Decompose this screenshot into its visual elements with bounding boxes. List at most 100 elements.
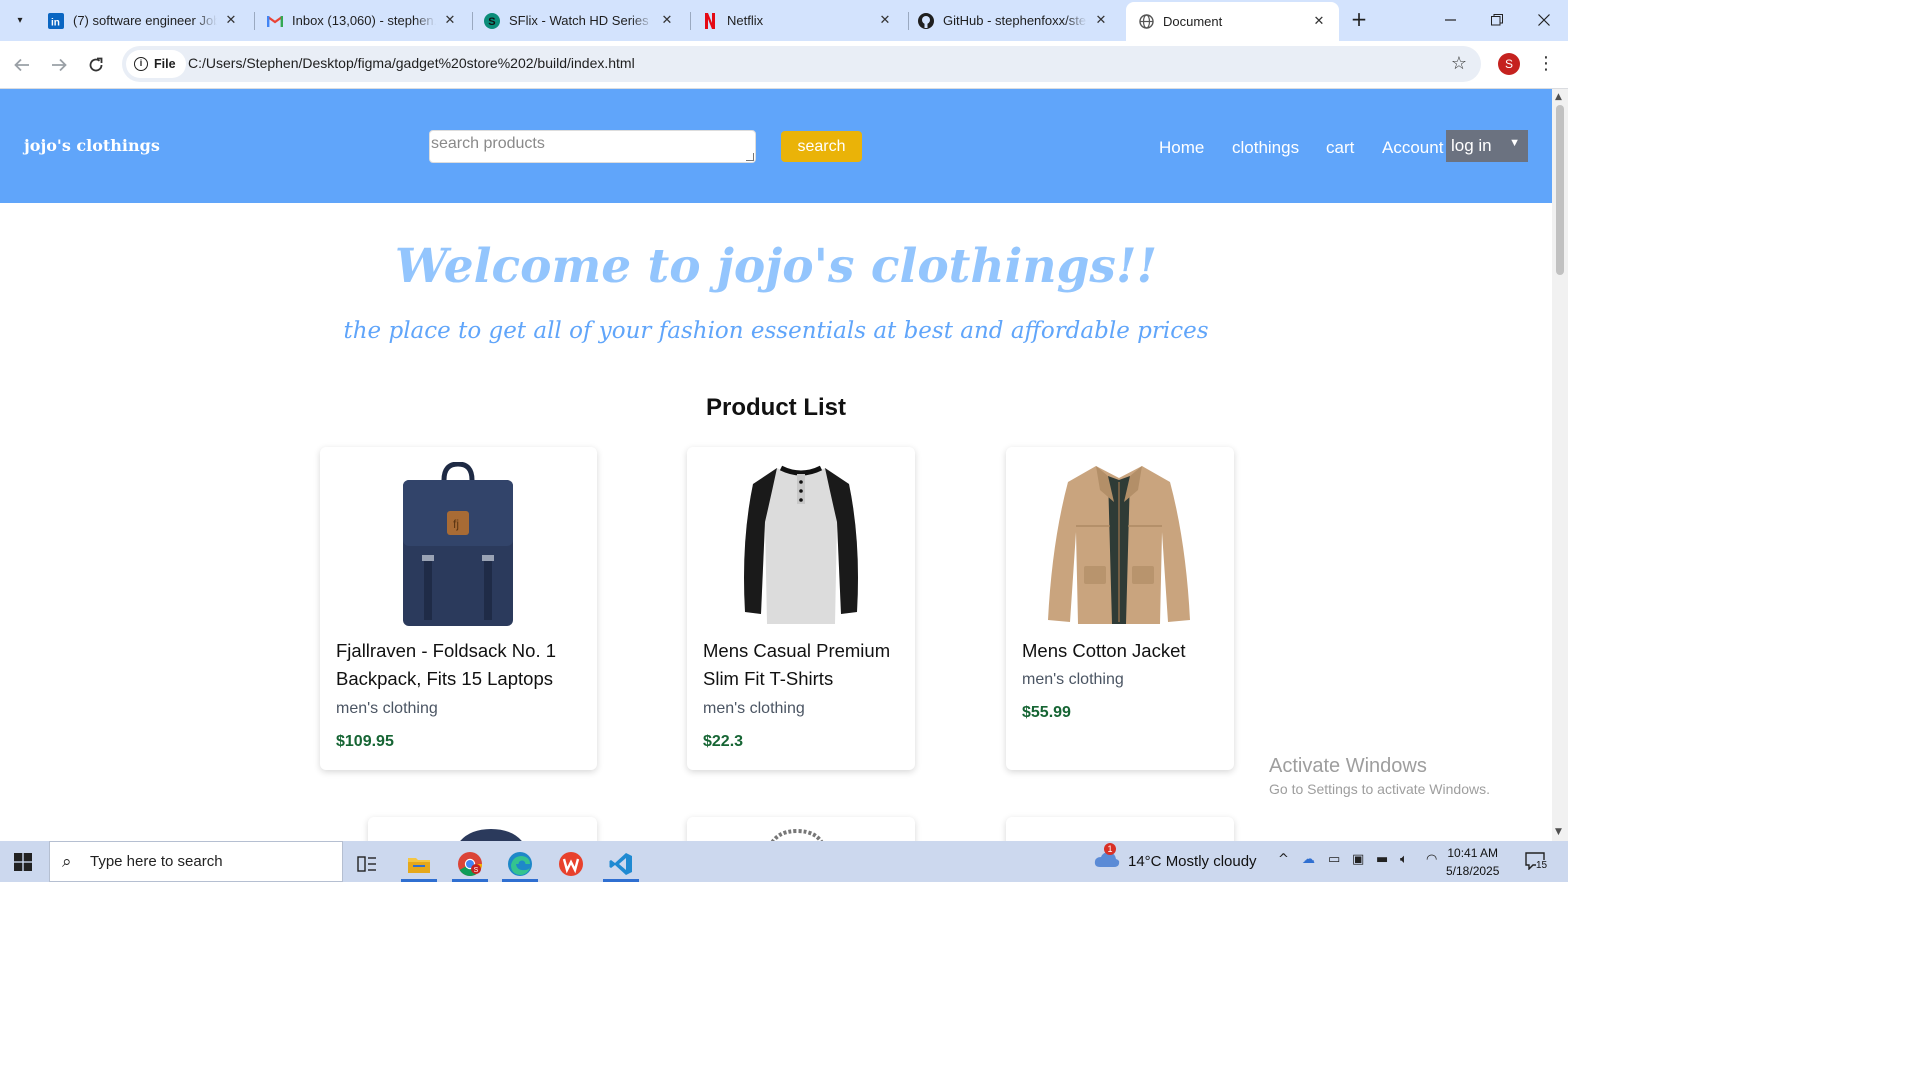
tab-title: SFlix - Watch HD Series Or [509,13,653,28]
product-category: men's clothing [703,700,805,717]
reload-icon[interactable] [82,51,110,79]
login-select[interactable]: log in ▼ [1446,130,1528,162]
weather-widget[interactable]: 1 14°C Mostly cloudy [1094,843,1257,872]
site-info-chip[interactable]: i File [126,50,186,78]
notification-count: 15 [1536,860,1548,871]
chevron-down-icon: ▼ [1509,137,1520,149]
tab-document-active[interactable]: Document ✕ [1126,2,1339,41]
restore-icon[interactable] [1474,0,1520,40]
scrollbar-thumb[interactable] [1556,105,1564,275]
product-card[interactable] [368,817,597,841]
github-icon [918,12,934,29]
close-window-icon[interactable] [1521,0,1567,40]
forward-arrow-icon[interactable] [45,51,73,79]
product-card[interactable]: Mens Cotton Jacket men's clothing $55.99 [1006,447,1234,770]
file-explorer-icon[interactable] [399,846,439,882]
onedrive-icon[interactable]: ☁ [1302,852,1315,867]
activate-windows-watermark: Activate Windows Go to Settings to activ… [1269,755,1490,797]
tab-title: Document [1163,14,1223,29]
nav-cart[interactable]: cart [1326,138,1354,158]
search-products-input[interactable]: search products [429,130,756,163]
tab-github[interactable]: GitHub - stephenfoxx/step ✕ [906,6,1121,35]
tab-close-icon[interactable]: ✕ [877,13,893,29]
netflix-icon [702,12,718,29]
welcome-heading: Welcome to jojo's clothings!! [394,239,1158,294]
bookmark-star-icon[interactable]: ☆ [1451,53,1467,74]
taskbar-search-box[interactable]: ⌕ Type here to search [49,841,343,882]
product-card[interactable] [687,817,915,841]
raglan-tshirt-image [744,465,858,624]
volume-icon[interactable]: 🔈︎ [1400,852,1408,867]
scroll-down-arrow-icon[interactable]: ▼ [1555,827,1562,837]
back-arrow-icon[interactable] [8,51,36,79]
product-card[interactable] [1006,817,1234,841]
weather-alert-badge: 1 [1104,843,1116,855]
page-viewport: jojo's clothings search products search … [0,89,1552,841]
globe-icon [1138,14,1154,30]
product-image-partial [770,828,824,841]
nav-account[interactable]: Account [1382,138,1443,158]
windows-start-icon[interactable] [14,853,32,871]
svg-text:in: in [51,17,60,28]
minimize-icon[interactable] [1428,0,1474,40]
backpack-image: fj [403,462,513,626]
tab-title: (7) software engineer Jobs [73,13,217,28]
browser-menu-icon[interactable]: ⋮ [1536,51,1556,77]
tab-linkedin[interactable]: in (7) software engineer Jobs ✕ [36,6,251,35]
clock-date: 5/18/2025 [1446,864,1500,878]
new-tab-plus-icon[interactable]: + [1347,8,1371,32]
task-view-icon[interactable] [347,846,387,882]
nav-home[interactable]: Home [1159,138,1204,158]
weather-temp: 14°C [1128,852,1162,870]
site-header: jojo's clothings search products search … [0,89,1552,203]
browser-toolbar: i File C:/Users/Stephen/Desktop/figma/ga… [0,41,1568,89]
tab-close-icon[interactable]: ✕ [1311,14,1327,30]
product-price: $109.95 [336,733,394,750]
tab-close-icon[interactable]: ✕ [1093,13,1109,29]
svg-text:S: S [474,867,479,874]
vscode-icon[interactable] [601,846,641,882]
url-text[interactable]: C:/Users/Stephen/Desktop/figma/gadget%20… [188,55,635,71]
chrome-icon[interactable]: S [450,846,490,882]
meet-now-icon[interactable]: ▭ [1328,852,1340,867]
tab-netflix[interactable]: Netflix ✕ [690,6,905,35]
cloud-icon: 1 [1094,843,1120,872]
product-card[interactable]: fj Fjallraven - Foldsack No. 1 Backpack,… [320,447,597,770]
page-scrollbar[interactable]: ▲ ▼ [1552,89,1568,841]
svg-text:S: S [488,16,495,28]
tagline: the place to get all of your fashion ess… [343,318,1209,344]
battery-icon[interactable]: ▬ [1376,852,1388,867]
tab-close-icon[interactable]: ✕ [659,13,675,29]
tab-close-icon[interactable]: ✕ [223,13,239,29]
site-brand[interactable]: jojo's clothings [24,136,160,155]
wifi-icon[interactable]: ◠ [1426,852,1437,867]
nav-clothings[interactable]: clothings [1232,138,1299,158]
browser-tab-strip: ▾ in (7) software engineer Jobs ✕ Inbox … [0,0,1568,41]
wps-office-icon[interactable] [551,846,591,882]
display-icon[interactable]: ▣ [1352,852,1364,867]
site-chip-label: File [154,57,176,71]
info-icon: i [134,57,148,71]
product-name: Mens Cotton Jacket [1022,640,1186,661]
sflix-icon: S [484,12,500,29]
address-bar[interactable]: i File C:/Users/Stephen/Desktop/figma/ga… [122,46,1481,82]
svg-text:fj: fj [453,517,459,531]
product-card[interactable]: Mens Casual Premium Slim Fit T-Shirts me… [687,447,915,770]
linkedin-icon: in [48,12,64,29]
search-button[interactable]: search [781,131,862,162]
tab-title: Netflix [727,13,764,28]
tab-sflix[interactable]: S SFlix - Watch HD Series Or ✕ [472,6,687,35]
tab-close-icon[interactable]: ✕ [442,13,458,29]
notification-center-icon[interactable]: 15 [1525,852,1548,874]
tab-search-chevron-icon[interactable]: ▾ [8,8,32,32]
edge-icon[interactable] [500,846,540,882]
gmail-icon [267,13,283,29]
profile-avatar[interactable]: S [1498,53,1520,75]
chevron-up-icon[interactable]: ^ [1278,852,1289,867]
textarea-resize-handle[interactable] [746,153,754,161]
system-clock[interactable]: 10:41 AM 5/18/2025 [1446,844,1499,880]
tab-gmail[interactable]: Inbox (13,060) - stephen.o ✕ [255,6,470,35]
scroll-up-arrow-icon[interactable]: ▲ [1555,92,1562,102]
product-category: men's clothing [1022,671,1124,688]
product-category: men's clothing [336,700,438,717]
